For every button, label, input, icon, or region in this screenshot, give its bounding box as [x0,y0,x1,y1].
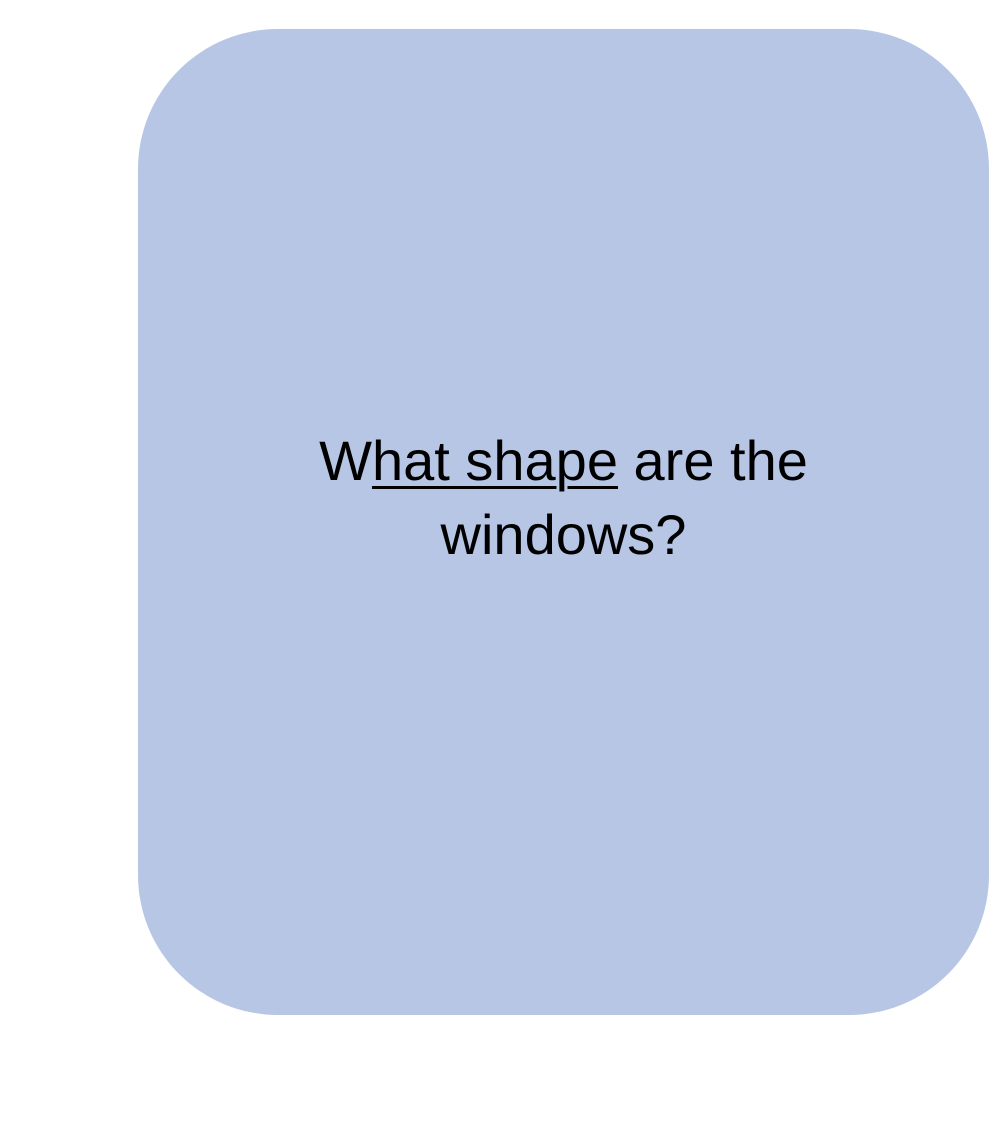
page: What shape are the windows? [0,0,1000,1125]
question-text: What shape are the windows? [284,424,844,572]
question-text-part1: W [319,429,372,492]
question-card: What shape are the windows? [138,29,989,1015]
question-text-underlined: hat shape [371,429,618,492]
